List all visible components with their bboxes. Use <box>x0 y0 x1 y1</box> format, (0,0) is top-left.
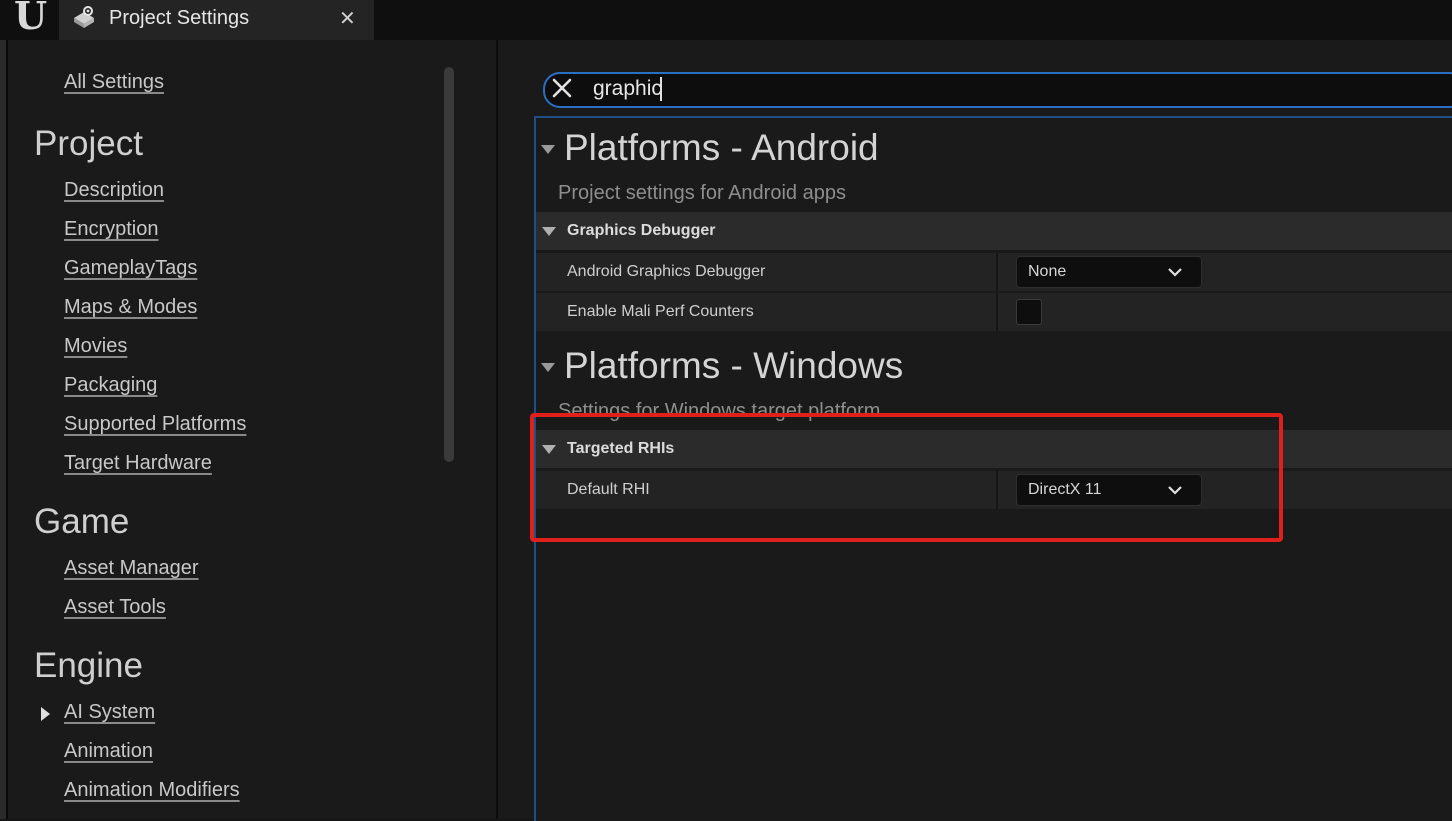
settings-gear-icon <box>74 6 94 28</box>
nav-all-settings[interactable]: All Settings <box>64 71 164 94</box>
triangle-down-icon[interactable] <box>541 363 555 372</box>
android-graphics-debugger-combo[interactable]: None <box>1016 256 1202 288</box>
nav-item-ai-system[interactable]: AI System <box>64 701 155 724</box>
nav-item-asset-manager[interactable]: Asset Manager <box>64 557 199 580</box>
search-input[interactable] <box>593 76 1413 102</box>
nav-item-description[interactable]: Description <box>64 179 164 202</box>
tab-title: Project Settings <box>109 7 250 29</box>
column-splitter[interactable] <box>996 253 998 291</box>
triangle-right-icon[interactable] <box>41 707 50 721</box>
unreal-logo-icon: U <box>14 0 48 38</box>
close-icon[interactable] <box>551 77 573 99</box>
category-label-graphics-debugger: Graphics Debugger <box>567 222 716 239</box>
section-desc-android: Project settings for Android apps <box>558 182 846 204</box>
nav-heading-project: Project <box>34 124 143 163</box>
nav-heading-game: Game <box>34 502 130 541</box>
nav-item-target-hardware[interactable]: Target Hardware <box>64 452 212 475</box>
text-caret <box>660 77 662 101</box>
close-tab-button[interactable]: ✕ <box>339 6 356 30</box>
nav-item-maps-modes[interactable]: Maps & Modes <box>64 296 197 319</box>
nav-heading-engine: Engine <box>34 646 143 685</box>
sidebar-scrollbar[interactable] <box>444 67 454 462</box>
property-label-android-graphics-debugger: Android Graphics Debugger <box>567 263 766 280</box>
enable-mali-perf-counters-checkbox[interactable] <box>1016 299 1042 325</box>
nav-item-packaging[interactable]: Packaging <box>64 374 157 397</box>
section-title-android: Platforms - Android <box>564 127 879 168</box>
chevron-down-icon <box>1168 268 1182 277</box>
tab-project-settings[interactable]: Project Settings ✕ <box>59 0 374 40</box>
nav-item-movies[interactable]: Movies <box>64 335 127 358</box>
nav-item-animation[interactable]: Animation <box>64 740 153 763</box>
triangle-down-icon[interactable] <box>541 145 555 154</box>
nav-item-animation-modifiers[interactable]: Animation Modifiers <box>64 779 240 802</box>
nav-item-supported-platforms[interactable]: Supported Platforms <box>64 413 246 436</box>
combo-value: None <box>1028 263 1067 280</box>
nav-item-gameplaytags[interactable]: GameplayTags <box>64 257 197 280</box>
nav-item-asset-tools[interactable]: Asset Tools <box>64 596 166 619</box>
section-title-windows: Platforms - Windows <box>564 345 904 386</box>
triangle-down-icon[interactable] <box>542 227 556 236</box>
column-splitter[interactable] <box>996 293 998 331</box>
red-highlight-annotation <box>530 413 1283 542</box>
nav-item-encryption[interactable]: Encryption <box>64 218 159 241</box>
property-label-enable-mali-perf-counters: Enable Mali Perf Counters <box>567 303 754 320</box>
